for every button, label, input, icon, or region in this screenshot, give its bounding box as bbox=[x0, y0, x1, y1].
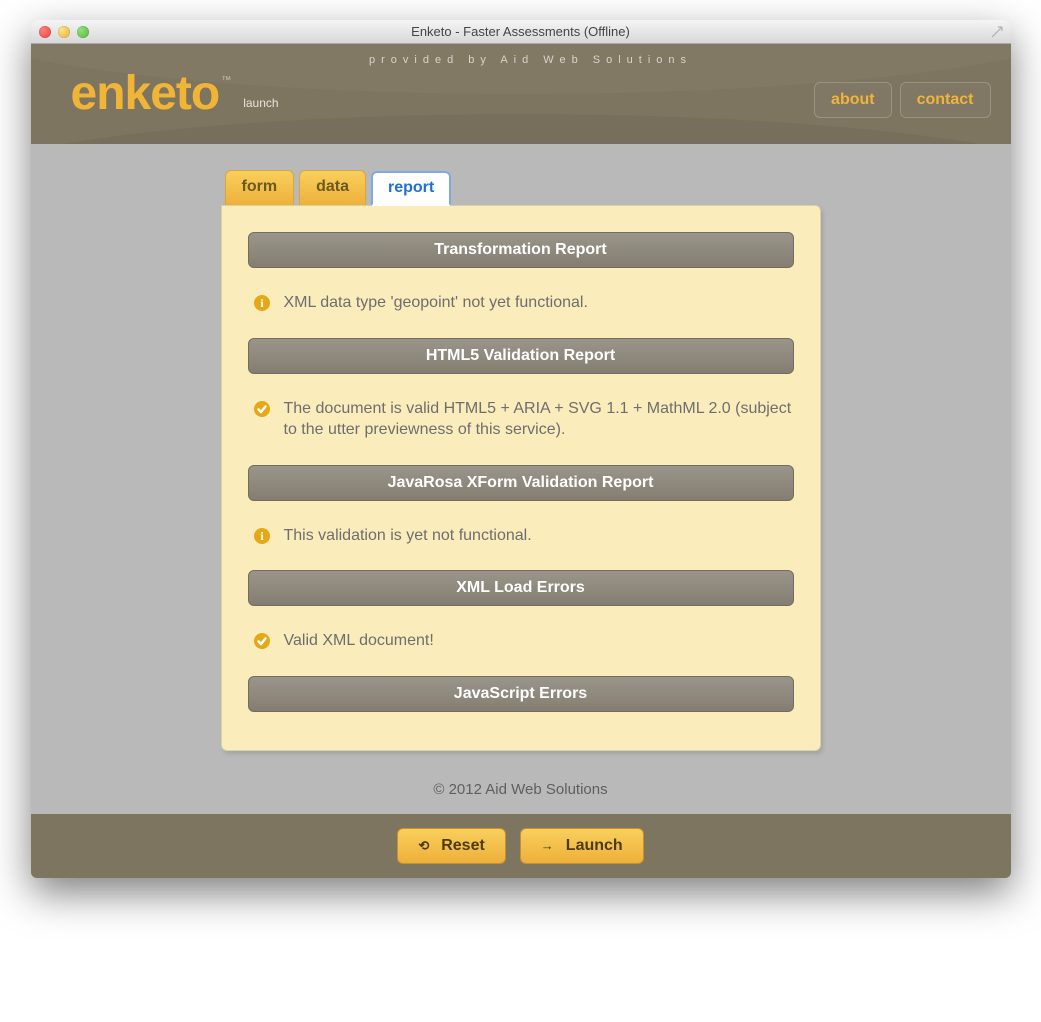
launch-button[interactable]: → Launch bbox=[520, 828, 644, 864]
check-icon bbox=[254, 401, 270, 417]
report-item-text: XML data type 'geopoint' not yet functio… bbox=[284, 292, 588, 314]
report-item: Valid XML document! bbox=[254, 630, 794, 652]
nav-contact[interactable]: contact bbox=[900, 82, 991, 118]
app-window: Enketo - Faster Assessments (Offline) pr… bbox=[31, 20, 1011, 878]
window-title: Enketo - Faster Assessments (Offline) bbox=[31, 24, 1011, 39]
section-heading: JavaScript Errors bbox=[248, 676, 794, 712]
logo-subtext: launch bbox=[243, 96, 278, 110]
section-heading: JavaRosa XForm Validation Report bbox=[248, 465, 794, 501]
tab-data[interactable]: data bbox=[299, 170, 366, 205]
reset-button-label: Reset bbox=[441, 837, 485, 855]
check-icon bbox=[254, 633, 270, 649]
nav-about[interactable]: about bbox=[814, 82, 892, 118]
content-area: form data report Transformation Report i… bbox=[31, 144, 1011, 814]
reset-icon: ⟲ bbox=[418, 838, 429, 854]
info-icon: i bbox=[254, 528, 270, 544]
footer-text: © 2012 Aid Web Solutions bbox=[31, 781, 1011, 798]
report-panel: Transformation Report i XML data type 'g… bbox=[221, 205, 821, 751]
section-heading: XML Load Errors bbox=[248, 570, 794, 606]
minimize-window-button[interactable] bbox=[58, 26, 70, 38]
logo-tm: ™ bbox=[221, 75, 231, 86]
tab-report[interactable]: report bbox=[371, 171, 451, 206]
report-item-text: The document is valid HTML5 + ARIA + SVG… bbox=[284, 398, 794, 441]
window-controls bbox=[39, 26, 89, 38]
logo-text: enketo bbox=[71, 70, 220, 118]
report-item-text: Valid XML document! bbox=[284, 630, 434, 652]
app-header: provided by Aid Web Solutions enketo ™ l… bbox=[31, 44, 1011, 144]
report-item-text: This validation is yet not functional. bbox=[284, 525, 532, 547]
bottom-bar: ⟲ Reset → Launch bbox=[31, 814, 1011, 878]
tagline: provided by Aid Web Solutions bbox=[71, 54, 991, 66]
section-heading: Transformation Report bbox=[248, 232, 794, 268]
reset-button[interactable]: ⟲ Reset bbox=[397, 828, 505, 864]
close-window-button[interactable] bbox=[39, 26, 51, 38]
report-item: The document is valid HTML5 + ARIA + SVG… bbox=[254, 398, 794, 441]
section-heading: HTML5 Validation Report bbox=[248, 338, 794, 374]
report-item: i XML data type 'geopoint' not yet funct… bbox=[254, 292, 794, 314]
report-item: i This validation is yet not functional. bbox=[254, 525, 794, 547]
arrow-right-icon: → bbox=[541, 838, 554, 853]
launch-button-label: Launch bbox=[566, 837, 623, 855]
tab-form[interactable]: form bbox=[225, 170, 295, 205]
tabs: form data report bbox=[221, 170, 821, 205]
resize-icon bbox=[991, 26, 1003, 38]
logo[interactable]: enketo ™ launch bbox=[71, 70, 279, 118]
titlebar: Enketo - Faster Assessments (Offline) bbox=[31, 20, 1011, 44]
info-icon: i bbox=[254, 295, 270, 311]
header-nav: about contact bbox=[814, 82, 990, 118]
zoom-window-button[interactable] bbox=[77, 26, 89, 38]
